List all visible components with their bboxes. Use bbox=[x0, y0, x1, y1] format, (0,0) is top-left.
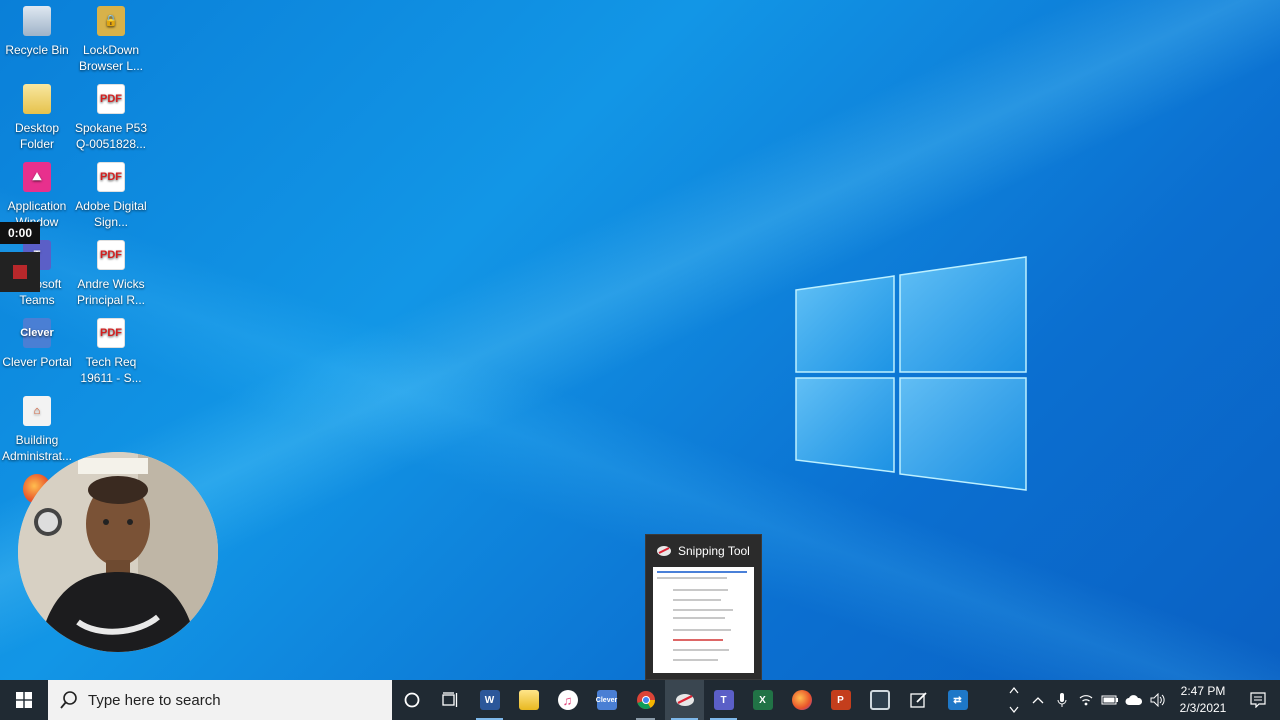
recycle-bin-icon bbox=[23, 6, 51, 36]
desktop-icon-desktop-folder[interactable]: Desktop Folder bbox=[0, 84, 74, 152]
lockdown-browser-icon: 🔒 bbox=[97, 6, 125, 36]
show-hidden-icons-button[interactable] bbox=[1026, 680, 1050, 720]
taskbar-powerpoint[interactable]: P bbox=[821, 680, 860, 720]
volume-tray-button[interactable] bbox=[1146, 680, 1170, 720]
desktop-icon-tech-req-pdf[interactable]: PDF Tech Req 19611 - S... bbox=[74, 318, 148, 386]
start-button[interactable] bbox=[0, 680, 48, 720]
taskbar-file-explorer[interactable] bbox=[509, 680, 548, 720]
taskbar-snipping-tool[interactable] bbox=[665, 680, 704, 720]
thumbnail-title: Snipping Tool bbox=[678, 544, 750, 558]
folder-icon bbox=[23, 84, 51, 114]
taskbar-firefox[interactable] bbox=[782, 680, 821, 720]
stop-recording-button[interactable] bbox=[0, 252, 40, 292]
taskbar: W ♫ Clever T X P bbox=[0, 680, 1280, 720]
wifi-icon bbox=[1079, 695, 1093, 706]
desktop-icon-andre-wicks-pdf[interactable]: PDF Andre Wicks Principal R... bbox=[74, 240, 148, 308]
cortana-icon bbox=[404, 692, 419, 708]
folder-icon bbox=[518, 690, 539, 710]
desktop-icon-label: Clever Portal bbox=[2, 355, 72, 369]
taskbar-word[interactable]: W bbox=[470, 680, 509, 720]
desktop-icon-spokane-pdf[interactable]: PDF Spokane P53 Q-0051828... bbox=[74, 84, 148, 152]
search-input[interactable] bbox=[88, 691, 368, 709]
microphone-tray-button[interactable] bbox=[1050, 680, 1074, 720]
windows-start-icon bbox=[16, 692, 32, 708]
onedrive-tray-button[interactable] bbox=[1122, 680, 1146, 720]
windows-logo-wallpaper bbox=[795, 256, 1027, 491]
desktop-icon-label: Adobe Digital Sign... bbox=[75, 199, 147, 229]
battery-icon bbox=[1101, 695, 1118, 705]
powerpoint-icon: P bbox=[830, 690, 851, 710]
taskbar-search-box[interactable] bbox=[48, 680, 392, 720]
window-icon bbox=[869, 690, 890, 710]
music-icon: ♫ bbox=[557, 690, 578, 710]
pdf-icon: PDF bbox=[97, 162, 125, 192]
person-webcam-image bbox=[18, 452, 218, 652]
desktop-icon-label: Tech Req 19611 - S... bbox=[80, 355, 142, 385]
scroll-arrows-icon bbox=[1009, 687, 1019, 713]
recording-timer: 0:00 bbox=[0, 222, 40, 244]
taskbar-remote-desktop[interactable]: ⇄ bbox=[938, 680, 977, 720]
microphone-icon bbox=[1057, 693, 1067, 707]
taskbar-itunes[interactable]: ♫ bbox=[548, 680, 587, 720]
desktop-icon-recycle-bin[interactable]: Recycle Bin bbox=[0, 6, 74, 58]
clever-icon: Clever bbox=[20, 318, 54, 348]
desktop-icon-label: Building Administrat... bbox=[1, 433, 73, 463]
notification-icon bbox=[1250, 692, 1266, 708]
network-tray-button[interactable] bbox=[1074, 680, 1098, 720]
remote-desktop-icon: ⇄ bbox=[947, 690, 968, 710]
pen-icon bbox=[909, 692, 927, 708]
desktop-icon-label: Desktop Folder bbox=[14, 121, 60, 151]
clever-icon: Clever bbox=[596, 690, 617, 710]
pdf-icon: PDF bbox=[97, 318, 125, 348]
chevron-up-icon bbox=[1032, 697, 1044, 704]
battery-tray-button[interactable] bbox=[1098, 680, 1122, 720]
firefox-icon bbox=[791, 690, 812, 710]
thumbnail-preview bbox=[653, 567, 754, 673]
taskbar-clever[interactable]: Clever bbox=[587, 680, 626, 720]
teams-icon: T bbox=[713, 690, 734, 710]
pdf-icon: PDF bbox=[97, 240, 125, 270]
taskbar-thumbnail-snipping-tool[interactable]: Snipping Tool bbox=[645, 534, 762, 680]
word-icon: W bbox=[479, 690, 500, 710]
snipping-tool-icon bbox=[657, 546, 671, 556]
taskbar-task-view[interactable] bbox=[431, 680, 470, 720]
pdf-icon: PDF bbox=[97, 84, 125, 114]
chrome-icon bbox=[636, 691, 655, 710]
taskbar-clock[interactable]: 2:47 PM 2/3/2021 bbox=[1170, 683, 1236, 717]
desktop-icon-adobe-digital-sign[interactable]: PDF Adobe Digital Sign... bbox=[74, 162, 148, 230]
action-center-button[interactable] bbox=[1236, 680, 1280, 720]
desktop-icon-clever-portal[interactable]: Clever Clever Portal bbox=[0, 318, 74, 370]
stop-icon bbox=[13, 265, 27, 279]
taskbar-app-window[interactable] bbox=[860, 680, 899, 720]
taskbar-teams[interactable]: T bbox=[704, 680, 743, 720]
taskbar-chrome[interactable] bbox=[626, 680, 665, 720]
taskbar-cortana[interactable] bbox=[392, 680, 431, 720]
desktop-icon-building-administration[interactable]: ⌂ Building Administrat... bbox=[0, 396, 74, 464]
application-icon: ⛰ bbox=[23, 162, 51, 192]
desktop-icon-label: Andre Wicks Principal R... bbox=[76, 277, 146, 307]
clock-date: 2/3/2021 bbox=[1179, 701, 1227, 715]
taskbar-excel[interactable]: X bbox=[743, 680, 782, 720]
search-icon bbox=[60, 691, 77, 709]
desktop-icon-application-window[interactable]: ⛰ Application Window bbox=[0, 162, 74, 230]
scroll-arrows[interactable] bbox=[1002, 680, 1026, 720]
cloud-icon bbox=[1125, 695, 1143, 705]
speaker-icon bbox=[1150, 693, 1165, 707]
desktop-icon-label: LockDown Browser L... bbox=[78, 43, 144, 73]
clock-time: 2:47 PM bbox=[1180, 684, 1226, 698]
webcam-overlay bbox=[18, 452, 218, 652]
excel-icon: X bbox=[752, 690, 773, 710]
task-view-icon bbox=[441, 692, 457, 707]
snipping-tool-icon bbox=[675, 694, 694, 706]
desktop-icon-lockdown-browser[interactable]: 🔒 LockDown Browser L... bbox=[74, 6, 148, 74]
desktop-icon-label: Spokane P53 Q-0051828... bbox=[74, 121, 148, 151]
building-icon: ⌂ bbox=[23, 396, 51, 426]
taskbar-notepad[interactable] bbox=[899, 680, 938, 720]
system-tray: 2:47 PM 2/3/2021 bbox=[1002, 680, 1280, 720]
desktop-icon-label: Recycle Bin bbox=[5, 43, 69, 57]
